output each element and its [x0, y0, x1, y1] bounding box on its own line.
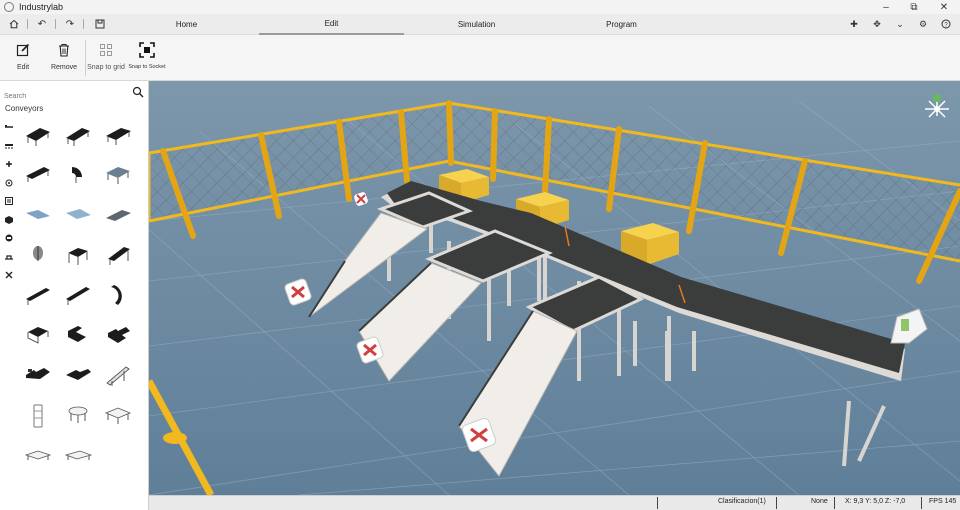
divider [83, 19, 84, 29]
component-junction[interactable] [104, 323, 132, 347]
transform-icon[interactable]: ✥ [869, 17, 885, 31]
gear-icon[interactable]: ⚙ [915, 17, 931, 31]
ribbon-tab-row: ↶ ↷ Home Edit Simulation Program ✚ ✥ ⌄ ⚙… [0, 14, 960, 35]
component-rotary-table[interactable] [64, 403, 92, 427]
toolbar: Edit Remove Snap to grid Snap to Socket [0, 35, 960, 81]
search-box [4, 85, 146, 104]
robot-icon[interactable] [3, 232, 15, 244]
close-button[interactable]: ✕ [930, 0, 958, 14]
app-title: Industrylab [19, 2, 64, 12]
tab-edit[interactable]: Edit [259, 14, 404, 35]
socket-icon [139, 39, 155, 61]
status-object: Clasificacion(1) [718, 498, 766, 505]
title-bar: Industrylab – ⧉ ✕ [0, 0, 960, 14]
component-lift[interactable] [24, 403, 52, 428]
component-roller-conveyor-gray[interactable] [104, 203, 132, 227]
divider [27, 19, 28, 29]
component-belt-conveyor-straight[interactable] [24, 123, 52, 147]
tab-program[interactable]: Program [549, 14, 694, 35]
maximize-button[interactable]: ⧉ [900, 0, 928, 14]
tab-simulation[interactable]: Simulation [404, 14, 549, 35]
component-slim-curve[interactable] [104, 283, 132, 307]
status-divider [776, 497, 777, 509]
plus-icon[interactable]: ✚ [3, 158, 15, 170]
roller-icon[interactable] [3, 140, 15, 152]
remove-button[interactable]: Remove [48, 39, 80, 79]
tools-icon[interactable] [3, 269, 15, 281]
component-sorter[interactable] [24, 363, 52, 387]
status-coordinates: X: 9,3 Y: 5,0 Z: -7,0 [845, 498, 906, 505]
save-icon[interactable] [92, 17, 108, 31]
category-list: ✚ [3, 121, 17, 288]
component-belt-conveyor-wide[interactable] [104, 123, 132, 147]
box-icon[interactable] [3, 214, 15, 226]
component-roller-table[interactable] [104, 163, 132, 187]
minimize-button[interactable]: – [872, 0, 900, 14]
component-chute[interactable] [104, 363, 132, 387]
search-icon[interactable] [132, 85, 144, 99]
snap-to-socket-button[interactable]: Snap to Socket [127, 39, 167, 79]
component-belt-conveyor-long[interactable] [64, 123, 92, 147]
home-icon[interactable] [6, 17, 22, 31]
component-roller-conveyor-light[interactable] [64, 203, 92, 227]
conveyor-line-icon[interactable] [3, 121, 15, 133]
edit-icon [16, 39, 30, 61]
component-roller-conveyor-blue[interactable] [24, 203, 52, 227]
edit-button[interactable]: Edit [10, 39, 36, 79]
component-merge-unit[interactable] [24, 323, 52, 347]
component-incline-conveyor[interactable] [104, 243, 132, 267]
pusher-icon[interactable] [3, 251, 15, 263]
redo-icon[interactable]: ↷ [62, 17, 78, 31]
scene-canvas[interactable] [149, 81, 960, 495]
snap-to-grid-button[interactable]: Snap to grid [87, 39, 125, 79]
chevron-down-icon[interactable]: ⌄ [892, 17, 908, 31]
search-input[interactable] [4, 89, 132, 104]
status-fps: FPS 145 [929, 498, 957, 505]
3d-viewport[interactable] [149, 81, 960, 495]
tab-home[interactable]: Home [114, 14, 259, 35]
component-slim-conveyor[interactable] [24, 283, 52, 307]
component-library-panel: Conveyors ✚ [0, 81, 149, 510]
component-belt-conveyor-short[interactable] [24, 163, 52, 187]
move-icon[interactable]: ✚ [846, 17, 862, 31]
status-divider [657, 497, 658, 509]
trash-icon [57, 39, 71, 61]
component-turntable[interactable] [24, 243, 52, 267]
component-sorter-t[interactable] [64, 363, 92, 387]
help-icon[interactable]: ? [938, 17, 954, 31]
status-divider [921, 497, 922, 509]
toolbar-divider [85, 40, 86, 76]
component-belt-curve[interactable] [64, 163, 92, 187]
status-divider [834, 497, 835, 509]
component-transfer-table[interactable] [104, 403, 132, 427]
component-ball-table[interactable] [24, 443, 52, 467]
status-bar: Clasificacion(1) None X: 9,3 Y: 5,0 Z: -… [149, 495, 960, 510]
panel-icon[interactable] [3, 195, 15, 207]
component-diverter[interactable] [64, 323, 92, 347]
sensor-icon[interactable] [3, 177, 15, 189]
app-logo-icon [4, 2, 14, 12]
undo-icon[interactable]: ↶ [34, 17, 50, 31]
component-transfer-unit[interactable] [64, 243, 92, 267]
status-selection: None [811, 498, 828, 505]
component-ball-table-long[interactable] [64, 443, 93, 467]
grid-icon [99, 39, 113, 61]
component-slim-conveyor-long[interactable] [64, 283, 92, 307]
section-title: Conveyors [5, 104, 44, 113]
divider [55, 19, 56, 29]
